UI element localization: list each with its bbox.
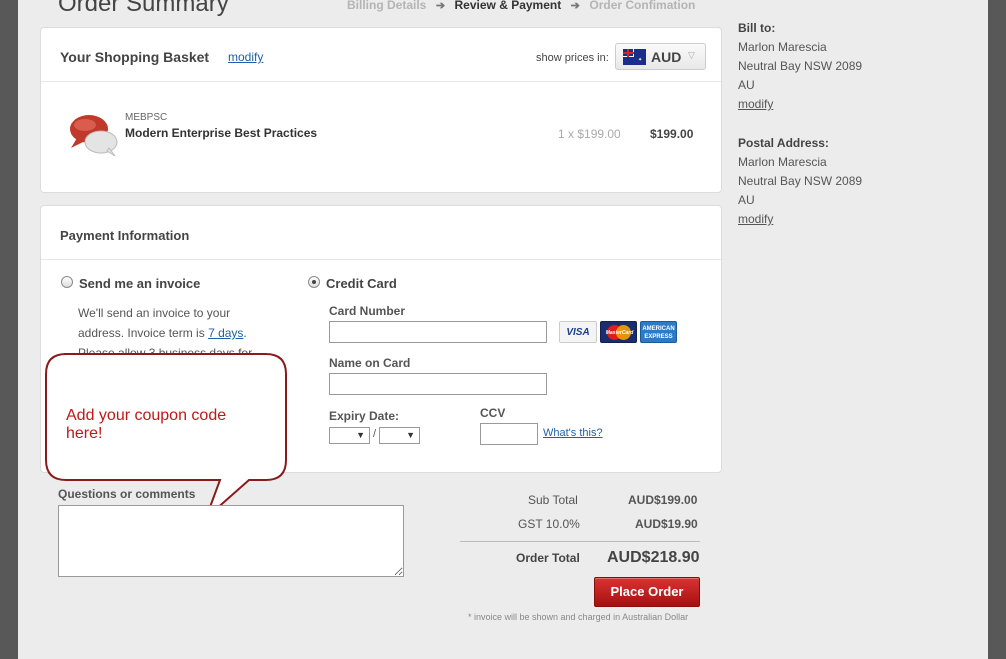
basket-panel: Your Shopping Basket modify show prices …: [40, 27, 722, 193]
card-number-label: Card Number: [329, 304, 406, 318]
item-qty-price: 1 x $199.00: [558, 127, 621, 141]
postal-name: Marlon Marescia: [738, 155, 827, 169]
expiry-month-select[interactable]: ▼: [329, 427, 370, 444]
address-sidebar: Bill to: Marlon Marescia Neutral Bay NSW…: [738, 19, 938, 229]
invoice-term-link[interactable]: 7 days: [208, 326, 243, 340]
step-review-payment: Review & Payment: [454, 0, 562, 12]
expiry-year-select[interactable]: ▼: [379, 427, 420, 444]
item-code: MEBPSC: [125, 112, 168, 123]
postal-city: Neutral Bay NSW 2089: [738, 174, 863, 188]
breadcrumb: Billing Details ➔ Review & Payment ➔ Ord…: [347, 0, 695, 12]
australia-flag-icon: ✦: [623, 49, 646, 65]
coupon-callout-text: Add your coupon code here!: [66, 407, 227, 442]
gst-label: GST 10.0%: [518, 517, 580, 531]
show-prices-label: show prices in:: [536, 52, 609, 64]
credit-card-label: Credit Card: [326, 276, 397, 291]
bill-country: AU: [738, 78, 755, 92]
bill-name: Marlon Marescia: [738, 40, 827, 54]
totals-divider: [460, 541, 700, 542]
invoice-text-2: address. Invoice term is 7 days.: [78, 326, 247, 340]
bill-to-label: Bill to:: [738, 21, 776, 35]
currency-note: * invoice will be shown and charged in A…: [468, 612, 689, 622]
page-title: Order Summary: [58, 0, 229, 17]
invoice-text-1: We'll send an invoice to your: [78, 306, 231, 320]
step-billing-details: Billing Details: [347, 0, 427, 12]
gst-value: AUD$19.90: [635, 517, 698, 531]
amex-icon: AMERICAN EXPRESS: [640, 321, 677, 343]
comments-label: Questions or comments: [58, 487, 196, 501]
expiry-label: Expiry Date:: [329, 409, 400, 423]
bill-modify-link[interactable]: modify: [738, 95, 938, 114]
ccv-input[interactable]: [480, 423, 538, 445]
basket-title: Your Shopping Basket: [60, 49, 210, 65]
order-total-label: Order Total: [516, 551, 580, 565]
chevron-down-icon: ▽: [688, 50, 695, 60]
place-order-button[interactable]: Place Order: [594, 577, 700, 607]
divider: [41, 259, 721, 260]
postal-modify-link[interactable]: modify: [738, 210, 938, 229]
invoice-label: Send me an invoice: [79, 276, 201, 291]
payment-title: Payment Information: [60, 228, 190, 243]
divider: [41, 81, 721, 82]
item-total: $199.00: [650, 127, 694, 141]
currency-value: AUD: [651, 49, 682, 65]
visa-icon: VISA: [559, 321, 597, 343]
comments-textarea[interactable]: [58, 505, 404, 577]
bill-city: Neutral Bay NSW 2089: [738, 59, 863, 73]
step-arrow-icon: ➔: [429, 0, 452, 12]
ccv-label: CCV: [480, 406, 506, 420]
currency-select[interactable]: ✦ AUD ▽: [615, 43, 706, 70]
subtotal-value: AUD$199.00: [628, 493, 698, 507]
expiry-separator: /: [373, 428, 377, 440]
credit-card-radio[interactable]: [308, 276, 320, 288]
card-number-input[interactable]: [329, 321, 547, 343]
subtotal-label: Sub Total: [528, 493, 578, 507]
postal-country: AU: [738, 193, 755, 207]
step-order-confirmation: Order Confimation: [589, 0, 696, 12]
invoice-radio[interactable]: [61, 276, 73, 288]
whats-this-link[interactable]: What's this?: [543, 427, 603, 439]
step-arrow-icon: ➔: [564, 0, 587, 12]
page: Order Summary Billing Details ➔ Review &…: [18, 0, 988, 659]
basket-modify-link[interactable]: modify: [228, 50, 263, 64]
mastercard-icon: MasterCard: [600, 321, 637, 343]
name-on-card-input[interactable]: [329, 373, 547, 395]
order-total-value: AUD$218.90: [607, 549, 700, 566]
item-name: Modern Enterprise Best Practices: [125, 126, 318, 140]
postal-address-label: Postal Address:: [738, 136, 829, 150]
name-on-card-label: Name on Card: [329, 356, 411, 370]
speech-bubbles-icon: [67, 112, 119, 158]
